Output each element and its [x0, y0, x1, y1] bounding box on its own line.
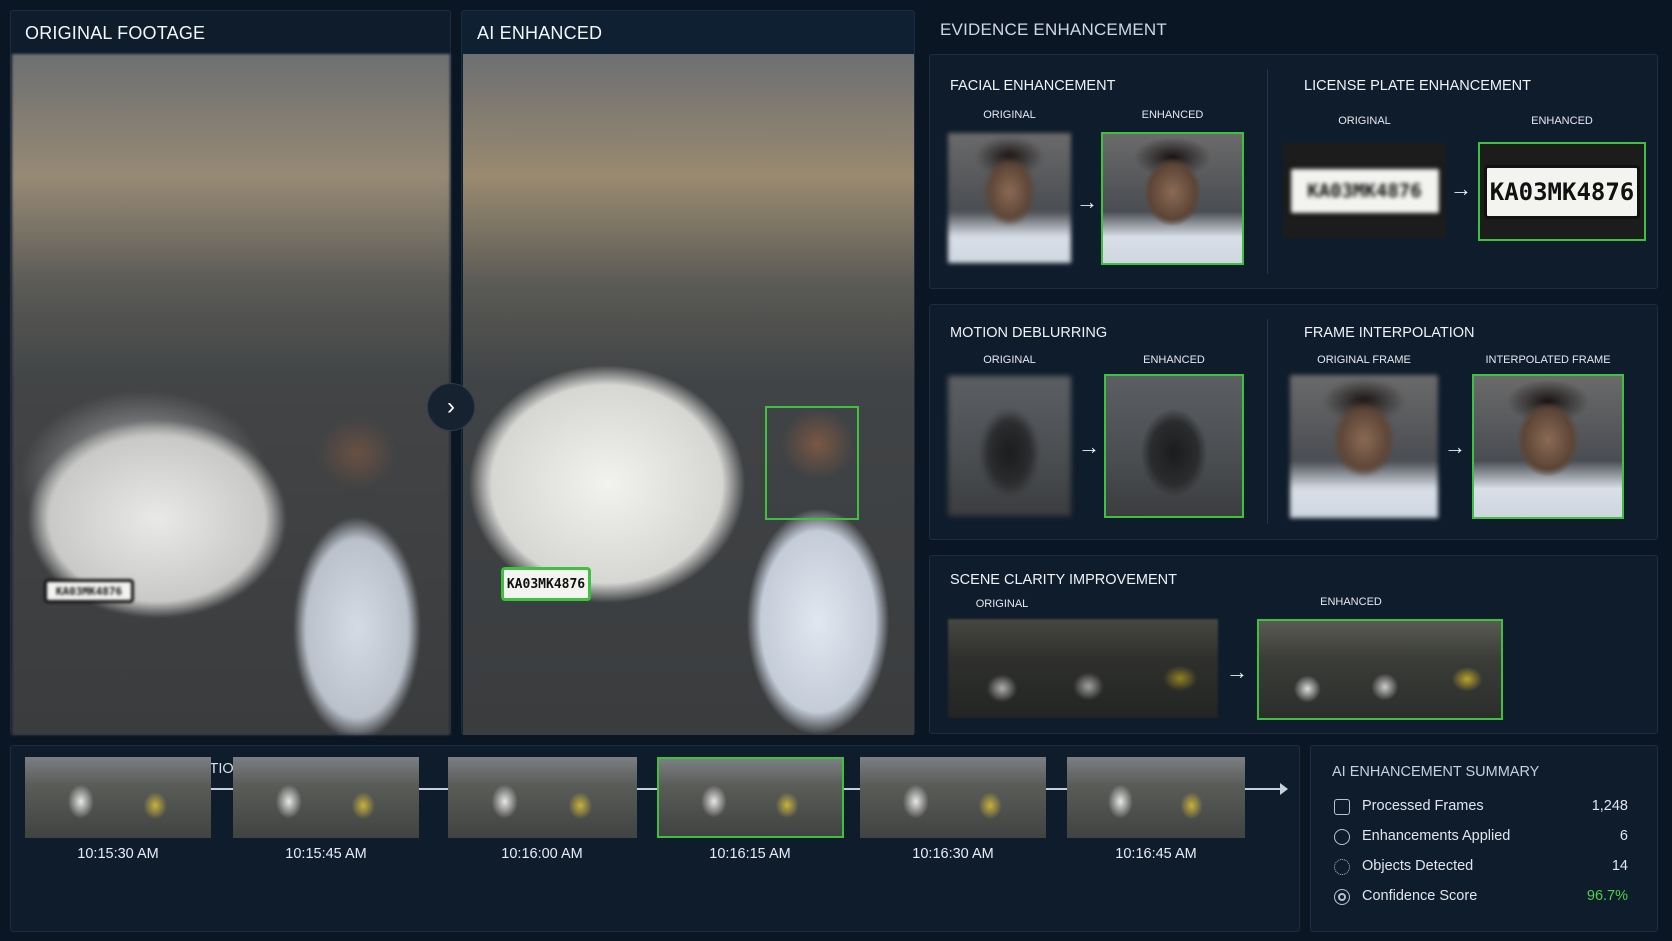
scene-enhanced-label: ENHANCED [1320, 596, 1382, 608]
original-footage-panel: ORIGINAL FOOTAGE KA03MK4876 [10, 10, 451, 735]
arrow-right-icon: → [1444, 434, 1466, 459]
arrow-right-icon: → [1076, 189, 1098, 214]
compare-slider-handle[interactable]: › [427, 383, 475, 431]
original-footage-image: KA03MK4876 [12, 54, 450, 735]
divider [1267, 319, 1268, 524]
interp-enhanced-label: INTERPOLATED FRAME [1485, 354, 1611, 366]
motion-enhanced-image[interactable] [1104, 374, 1244, 518]
enhance-icon [1334, 829, 1350, 845]
scene-clarity-title: SCENE CLARITY IMPROVEMENT [950, 572, 1177, 588]
facial-enhancement-title: FACIAL ENHANCEMENT [950, 78, 1116, 94]
arrow-right-icon: → [1078, 434, 1100, 459]
ai-enhanced-image: KA03MK4876 [463, 54, 914, 735]
timeline-frame-time: 10:15:45 AM [285, 846, 367, 862]
plate-original-label: ORIGINAL [1338, 115, 1391, 127]
summary-row-value: 14 [1611, 858, 1628, 874]
timeline-frame[interactable] [233, 757, 419, 838]
summary-title: AI ENHANCEMENT SUMMARY [1332, 764, 1540, 780]
summary-row-objects-detected: Objects Detected 14 [1334, 857, 1628, 879]
summary-row-label: Confidence Score [1362, 888, 1478, 904]
interp-enhanced-image[interactable] [1472, 374, 1624, 519]
enhanced-plate[interactable]: KA03MK4876 [501, 567, 591, 601]
timeline-frame-time: 10:16:00 AM [501, 846, 583, 862]
motion-original-image [948, 376, 1071, 516]
timeline-frame-selected[interactable] [657, 757, 844, 838]
evidence-enhancement-title: EVIDENCE ENHANCEMENT [940, 20, 1167, 39]
arrow-right-icon: → [1226, 659, 1248, 684]
original-footage-title: ORIGINAL FOOTAGE [25, 23, 206, 43]
summary-row-value: 6 [1619, 828, 1628, 844]
timeline-frame-time: 10:15:30 AM [77, 846, 159, 862]
objects-icon [1334, 859, 1350, 875]
timeline-frame[interactable] [1067, 757, 1245, 838]
scene-original-label: ORIGINAL [975, 598, 1029, 610]
motion-enhanced-label: ENHANCED [1143, 354, 1205, 366]
timeline-frame-time: 10:16:15 AM [709, 846, 791, 862]
scene-enhanced-image[interactable] [1257, 619, 1503, 720]
face-detection-box[interactable] [765, 406, 859, 520]
scene-original-image [948, 619, 1218, 718]
chevron-right-icon: › [447, 393, 455, 420]
license-plate-enhancement-title: LICENSE PLATE ENHANCEMENT [1304, 78, 1531, 94]
confidence-score-value: 96.7% [1586, 888, 1628, 904]
timeline-frame[interactable] [25, 757, 211, 838]
timeline-frame[interactable] [448, 757, 637, 838]
motion-original-label: ORIGINAL [983, 354, 1036, 366]
interp-original-label: ORIGINAL FRAME [1317, 354, 1411, 366]
summary-row-processed-frames: Processed Frames 1,248 [1334, 797, 1628, 819]
timeline-frame-time: 10:16:30 AM [912, 846, 994, 862]
timeline-frame-time: 10:16:45 AM [1115, 846, 1197, 862]
ai-enhanced-panel: AI ENHANCED KA03MK4876 [461, 10, 915, 735]
timeline-track-arrow-icon [1280, 783, 1288, 795]
summary-row-label: Enhancements Applied [1362, 828, 1511, 844]
facial-enhanced-image[interactable] [1101, 132, 1244, 265]
summary-row-value: 1,248 [1591, 798, 1628, 814]
timeline-frame[interactable] [860, 757, 1046, 838]
plate-enhanced-text: KA03MK4876 [1484, 164, 1640, 219]
plate-enhanced-label: ENHANCED [1531, 115, 1593, 127]
summary-row-enhancements-applied: Enhancements Applied 6 [1334, 827, 1628, 849]
facial-original-image [948, 133, 1071, 263]
divider [1267, 69, 1268, 274]
plate-enhanced-image[interactable]: KA03MK4876 [1478, 142, 1646, 241]
summary-row-label: Objects Detected [1362, 858, 1474, 874]
ai-enhanced-title: AI ENHANCED [477, 23, 603, 43]
confidence-icon [1334, 889, 1350, 905]
frame-interpolation-title: FRAME INTERPOLATION [1304, 325, 1475, 341]
facial-original-label: ORIGINAL [983, 109, 1036, 121]
original-plate: KA03MK4876 [44, 579, 134, 603]
summary-row-label: Processed Frames [1362, 798, 1484, 814]
person-shape [272, 414, 442, 735]
arrow-right-icon: → [1450, 176, 1472, 201]
plate-original-image: KA03MK4876 [1283, 143, 1446, 238]
facial-enhanced-label: ENHANCED [1141, 109, 1204, 121]
motion-deblurring-title: MOTION DEBLURRING [950, 325, 1108, 341]
summary-row-confidence-score: Confidence Score 96.7% [1334, 887, 1628, 909]
interp-original-image [1290, 375, 1438, 518]
frames-icon [1334, 799, 1350, 815]
plate-original-text: KA03MK4876 [1287, 165, 1442, 216]
